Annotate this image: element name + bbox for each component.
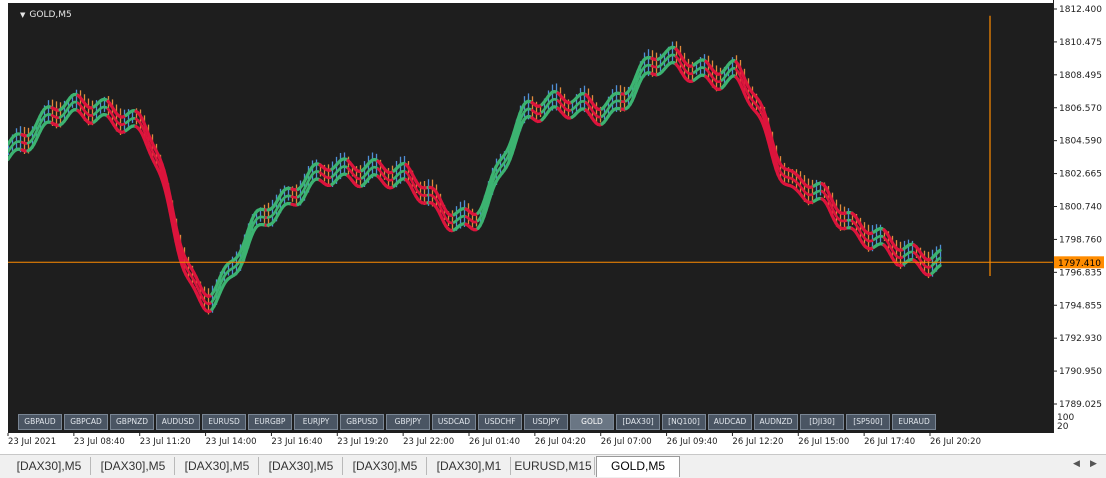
price-axis-labels: 1812.400 1810.475 1808.495 1806.570 1804.590… — [1053, 0, 1106, 454]
symbol-button-gbpjpy[interactable]: GBPJPY — [386, 414, 430, 430]
time-tick-label: 26 Jul 12:20 — [732, 437, 783, 447]
price-tick-label: 1800.740 — [1059, 203, 1102, 213]
chart-tab[interactable]: GOLD,M5 — [596, 456, 680, 477]
symbol-button-audusd[interactable]: AUDUSD — [156, 414, 200, 430]
volume-scale-label: 20 — [1057, 422, 1069, 432]
price-tick-label: 1810.475 — [1059, 38, 1102, 48]
time-tick-label: 26 Jul 17:40 — [864, 437, 915, 447]
time-tick-label: 26 Jul 09:40 — [667, 437, 718, 447]
time-tick-label: 23 Jul 11:20 — [140, 437, 191, 447]
chart-window: ▼GOLD,M5 GBPAUDGBPCADGBPNZDAUDUSDEURUSDE… — [0, 0, 1106, 454]
symbol-button-dji30[interactable]: [DJI30] — [800, 414, 844, 430]
symbol-button-usdchf[interactable]: USDCHF — [478, 414, 522, 430]
symbol-button-gbpcad[interactable]: GBPCAD — [64, 414, 108, 430]
time-tick-label: 26 Jul 01:40 — [469, 437, 520, 447]
price-tick-label: 1806.570 — [1059, 104, 1102, 114]
price-tick-label: 1790.950 — [1059, 367, 1102, 377]
price-chart — [8, 3, 1053, 433]
time-tick-label: 26 Jul 20:20 — [930, 437, 981, 447]
symbol-button-eurjpy[interactable]: EURJPY — [294, 414, 338, 430]
symbol-button-gbpnzd[interactable]: GBPNZD — [110, 414, 154, 430]
time-tick-label: 23 Jul 08:40 — [74, 437, 125, 447]
symbol-button-euraud[interactable]: EURAUD — [892, 414, 936, 430]
symbol-button-audcad[interactable]: AUDCAD — [708, 414, 752, 430]
symbol-button-usdjpy[interactable]: USDJPY — [524, 414, 568, 430]
price-tick-label: 1808.495 — [1059, 71, 1102, 81]
price-tick-label: 1789.025 — [1059, 400, 1102, 410]
chart-tab[interactable]: [DAX30],M5 — [92, 457, 175, 475]
chart-tab[interactable]: [DAX30],M5 — [176, 457, 259, 475]
chart-tab[interactable]: [DAX30],M5 — [8, 457, 91, 475]
chart-tab[interactable]: EURUSD,M15 — [512, 457, 595, 475]
symbol-button-nq100[interactable]: [NQ100] — [662, 414, 706, 430]
time-tick-label: 23 Jul 16:40 — [271, 437, 322, 447]
symbol-button-audnzd[interactable]: AUDNZD — [754, 414, 798, 430]
price-tick-label: 1802.665 — [1059, 170, 1102, 180]
price-tick-label: 1812.400 — [1059, 5, 1102, 15]
current-price-label: 1797.410 — [1058, 259, 1101, 269]
symbol-button-eurusd[interactable]: EURUSD — [202, 414, 246, 430]
time-tick-label: 26 Jul 07:00 — [601, 437, 652, 447]
envelope-band-segment — [938, 250, 940, 252]
price-tick-label: 1798.760 — [1059, 235, 1102, 245]
symbol-button-dax30[interactable]: [DAX30] — [616, 414, 660, 430]
collapse-triangle-icon[interactable]: ▼ — [20, 11, 25, 19]
tab-scroll-right-icon[interactable]: ▶ — [1090, 458, 1097, 469]
price-tick-label: 1796.835 — [1059, 268, 1102, 278]
symbol-button-gold[interactable]: GOLD — [570, 414, 614, 430]
chart-tabs-bar: [DAX30],M5[DAX30],M5[DAX30],M5[DAX30],M5… — [0, 454, 1106, 478]
time-tick-label: 23 Jul 14:00 — [206, 437, 257, 447]
symbol-button-sp500[interactable]: [SP500] — [846, 414, 890, 430]
time-tick-label: 26 Jul 04:20 — [535, 437, 586, 447]
time-axis-labels: 23 Jul 2021 23 Jul 08:40 23 Jul 11:20 23 Ju… — [0, 433, 1053, 454]
envelope-band-segment — [938, 258, 940, 260]
chart-tab[interactable]: [DAX30],M5 — [260, 457, 343, 475]
chart-tab[interactable]: [DAX30],M1 — [428, 457, 511, 475]
tab-scroll-left-icon[interactable]: ◀ — [1073, 458, 1080, 469]
time-axis: 23 Jul 2021 23 Jul 08:40 23 Jul 11:20 23 Ju… — [0, 433, 1053, 454]
time-tick-label: 23 Jul 22:00 — [403, 437, 454, 447]
time-tick-label: 26 Jul 15:00 — [798, 437, 849, 447]
symbol-button-eurgbp[interactable]: EURGBP — [248, 414, 292, 430]
price-tick-label: 1804.590 — [1059, 137, 1102, 147]
price-tick-label: 1792.930 — [1059, 334, 1102, 344]
price-tick-label: 1794.855 — [1059, 301, 1102, 311]
time-tick-label: 23 Jul 2021 — [8, 437, 56, 447]
chart-tab[interactable]: [DAX30],M5 — [344, 457, 427, 475]
chart-symbol-title: ▼GOLD,M5 — [20, 10, 72, 20]
chart-plot-area[interactable]: ▼GOLD,M5 GBPAUDGBPCADGBPNZDAUDUSDEURUSDE… — [8, 3, 1053, 433]
envelope-band-segment — [938, 266, 940, 268]
price-axis: 1812.400 1810.475 1808.495 1806.570 1804.590… — [1053, 0, 1106, 454]
symbol-button-usdcad[interactable]: USDCAD — [432, 414, 476, 430]
symbol-button-gbpusd[interactable]: GBPUSD — [340, 414, 384, 430]
symbol-button-gbpaud[interactable]: GBPAUD — [18, 414, 62, 430]
time-tick-label: 23 Jul 19:20 — [337, 437, 388, 447]
